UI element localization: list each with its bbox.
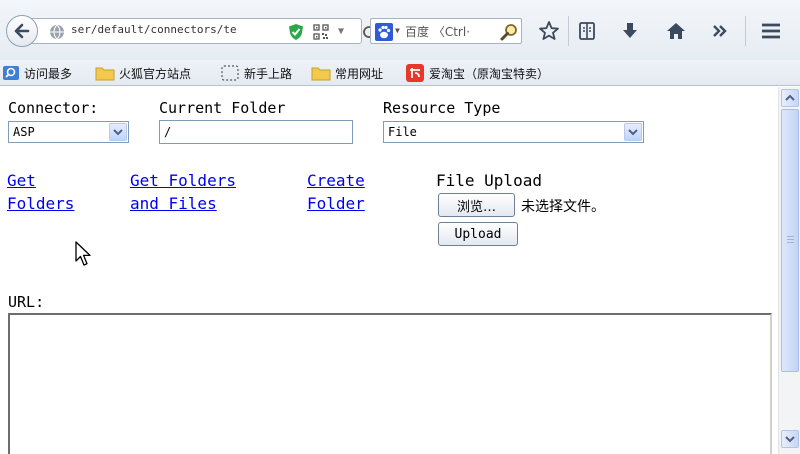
chevron-down-icon [109, 123, 127, 141]
bookmarks-bar: 访问最多 火狐官方站点 新手上路 常用网址 爱淘宝（原淘宝特卖） [0, 60, 800, 86]
search-bar[interactable]: ▼ 百度 〈Ctrl· [370, 18, 522, 44]
bookmark-label: 新手上路 [244, 66, 293, 81]
get-folders-link[interactable]: Get Folders [7, 169, 74, 215]
chevron-down-icon [624, 123, 642, 141]
download-icon[interactable] [618, 19, 642, 43]
taobao-icon [406, 64, 424, 82]
connector-select[interactable]: ASP [8, 121, 129, 143]
link-text: and Files [130, 194, 217, 213]
dashed-folder-icon [221, 65, 239, 81]
back-button[interactable] [6, 15, 38, 47]
get-folders-and-files-link[interactable]: Get Folders and Files [130, 169, 236, 215]
reading-list-icon[interactable] [575, 19, 599, 43]
bookmark-most-visited[interactable]: 访问最多 [2, 63, 72, 83]
link-text: Folder [307, 194, 365, 213]
connector-value: ASP [13, 125, 35, 139]
bookmark-label: 爱淘宝（原淘宝特卖） [429, 66, 550, 81]
folder-icon [95, 67, 115, 81]
engine-dropdown-icon[interactable]: ▼ [395, 26, 400, 35]
scroll-down-button[interactable] [781, 430, 799, 448]
vertical-scrollbar[interactable] [778, 87, 800, 454]
home-icon[interactable] [664, 19, 688, 43]
search-icon[interactable] [499, 22, 519, 42]
browser-toolbar: ser/default/connectors/te ▼ ▼ 百度 〈Ctrl· [0, 0, 800, 60]
url-textarea[interactable] [8, 313, 772, 454]
globe-icon [50, 24, 64, 40]
link-text: Folders [7, 194, 75, 213]
current-folder-input[interactable]: / [159, 120, 353, 144]
search-folder-icon [3, 66, 19, 80]
address-bar[interactable]: ser/default/connectors/te ▼ [22, 18, 375, 44]
bookmark-label: 火狐官方站点 [119, 66, 192, 81]
search-placeholder: 百度 〈Ctrl· [405, 25, 470, 39]
current-folder-value: / [164, 125, 172, 139]
baidu-paw-icon[interactable] [375, 23, 393, 41]
file-upload-label: File Upload [436, 171, 542, 190]
menu-icon[interactable] [759, 19, 783, 43]
link-text: Get Folders [130, 171, 236, 190]
bookmark-firefox-sites[interactable]: 火狐官方站点 [95, 63, 191, 83]
current-folder-label: Current Folder [159, 99, 286, 117]
mouse-cursor-icon [75, 241, 91, 266]
resource-type-label: Resource Type [383, 99, 501, 117]
scrollbar-grip [787, 236, 794, 244]
overflow-icon[interactable] [708, 19, 732, 43]
upload-button[interactable]: Upload [438, 222, 518, 246]
bookmark-label: 访问最多 [24, 66, 73, 81]
qr-code-icon[interactable] [313, 24, 329, 40]
link-text: Create [307, 171, 365, 190]
connector-label: Connector: [8, 99, 99, 117]
create-folder-link[interactable]: Create Folder [307, 169, 365, 215]
resource-type-select[interactable]: File [383, 121, 644, 143]
no-file-selected-text: 未选择文件。 [521, 199, 605, 215]
bookmark-ai-taobao[interactable]: 爱淘宝（原淘宝特卖） [405, 63, 549, 83]
scroll-up-button[interactable] [781, 89, 799, 107]
toolbar-divider [745, 16, 746, 46]
url-label: URL: [8, 293, 45, 311]
resource-type-value: File [388, 125, 417, 139]
back-arrow-icon [14, 23, 30, 39]
browse-button[interactable]: 浏览… [438, 193, 515, 217]
history-dropdown-icon[interactable]: ▼ [338, 26, 344, 37]
shield-icon[interactable] [287, 23, 305, 41]
chevron-down-icon [785, 436, 795, 443]
bookmark-getting-started[interactable]: 新手上路 [220, 63, 292, 83]
bookmark-label: 常用网址 [335, 66, 384, 81]
bookmark-common-urls[interactable]: 常用网址 [311, 63, 383, 83]
chevron-up-icon [785, 94, 795, 101]
star-icon[interactable] [537, 19, 561, 43]
url-text: ser/default/connectors/te [71, 23, 237, 36]
folder-icon [311, 67, 331, 81]
page-content: Connector: ASP Current Folder / Resource… [0, 87, 778, 454]
scrollbar-thumb[interactable] [781, 109, 799, 372]
link-text: Get [7, 171, 36, 190]
toolbar-divider [568, 16, 569, 46]
